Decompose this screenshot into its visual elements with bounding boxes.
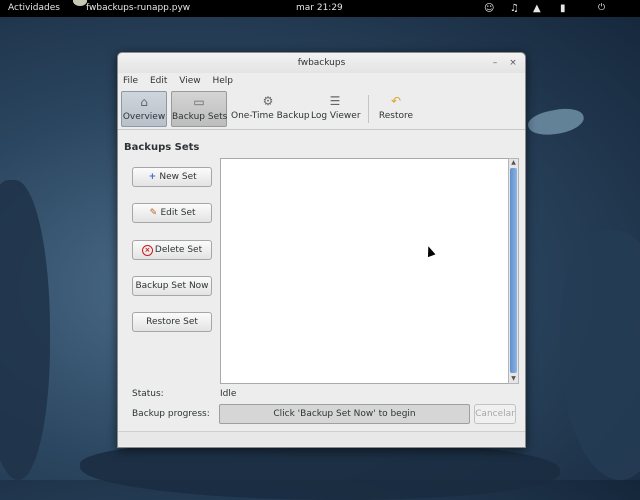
tab-one-time-backup[interactable]: ⚙ One-Time Backup: [231, 91, 310, 125]
delete-set-label: Delete Set: [154, 245, 203, 255]
undo-arrow-icon: ↶: [390, 94, 402, 108]
backup-progress-bar: Click 'Backup Set Now' to begin: [219, 404, 470, 424]
menu-bar: File Edit View Help: [118, 73, 525, 89]
activities-button[interactable]: Actividades: [8, 0, 60, 17]
top-bar: Actividades fwbackups-runapp.pyw mar 21:…: [0, 0, 640, 17]
power-icon[interactable]: ⏻: [598, 0, 605, 17]
edit-set-label: Edit Set: [160, 208, 196, 218]
network-icon[interactable]: ▲: [533, 0, 541, 17]
app-menu-icon: [73, 0, 87, 6]
menu-edit[interactable]: Edit: [150, 76, 167, 86]
restore-set-button[interactable]: Restore Set: [132, 312, 212, 332]
delete-set-button[interactable]: × Delete Set: [132, 240, 212, 260]
gears-icon: ⚙: [262, 94, 274, 108]
status-bar: [118, 431, 525, 446]
window-title: fwbackups: [118, 53, 525, 73]
fwbackups-window: fwbackups – × File Edit View Help ⌂ Over…: [117, 52, 526, 448]
tab-one-time-label: One-Time Backup: [231, 111, 310, 121]
progress-label: Backup progress:: [132, 409, 210, 419]
scrollbar-thumb[interactable]: [510, 168, 517, 373]
new-set-label: New Set: [159, 172, 197, 182]
desktop-rock: [526, 104, 586, 140]
scroll-down-icon[interactable]: ▼: [509, 375, 518, 383]
desktop-rock: [560, 230, 640, 480]
backup-set-now-button[interactable]: Backup Set Now: [132, 276, 212, 296]
new-set-button[interactable]: + New Set: [132, 167, 212, 187]
accessibility-icon[interactable]: ☺: [484, 0, 494, 17]
tab-backup-sets-label: Backup Sets: [172, 112, 228, 122]
menu-file[interactable]: File: [123, 76, 138, 86]
list-scrollbar[interactable]: ▲ ▼: [508, 158, 519, 384]
tab-overview[interactable]: ⌂ Overview: [121, 91, 167, 127]
home-icon: ⌂: [140, 95, 148, 109]
status-value: Idle: [220, 389, 237, 399]
tab-backup-sets[interactable]: ▭ Backup Sets: [171, 91, 227, 127]
toolbar-separator: [368, 95, 369, 123]
backup-sets-list[interactable]: [220, 158, 509, 384]
toolbar: ⌂ Overview ▭ Backup Sets ⚙ One-Time Back…: [118, 89, 525, 130]
delete-icon: ×: [141, 245, 153, 256]
scroll-up-icon[interactable]: ▲: [509, 159, 518, 167]
tab-restore-label: Restore: [378, 111, 414, 121]
volume-icon[interactable]: ♫: [510, 0, 519, 17]
menu-view[interactable]: View: [179, 76, 200, 86]
battery-icon[interactable]: ▮: [560, 0, 566, 17]
tab-overview-label: Overview: [122, 112, 166, 122]
document-icon: ☰: [329, 94, 341, 108]
desktop-rock: [0, 180, 50, 480]
pencil-icon: ✎: [149, 208, 158, 218]
plus-icon: +: [148, 172, 157, 182]
section-title: Backups Sets: [124, 142, 200, 153]
tab-restore[interactable]: ↶ Restore: [376, 91, 416, 125]
tab-log-viewer[interactable]: ☰ Log Viewer: [311, 91, 361, 125]
drive-icon: ▭: [193, 95, 205, 109]
clock[interactable]: mar 21:29: [296, 0, 343, 17]
edit-set-button[interactable]: ✎ Edit Set: [132, 203, 212, 223]
status-label: Status:: [132, 389, 164, 399]
close-button[interactable]: ×: [506, 57, 520, 69]
desktop-rock: [80, 440, 560, 500]
minimize-button[interactable]: –: [488, 57, 502, 69]
tab-log-viewer-label: Log Viewer: [311, 111, 361, 121]
menu-help[interactable]: Help: [212, 76, 233, 86]
app-menu[interactable]: fwbackups-runapp.pyw: [86, 0, 190, 17]
cancel-button[interactable]: Cancelar: [474, 404, 516, 424]
